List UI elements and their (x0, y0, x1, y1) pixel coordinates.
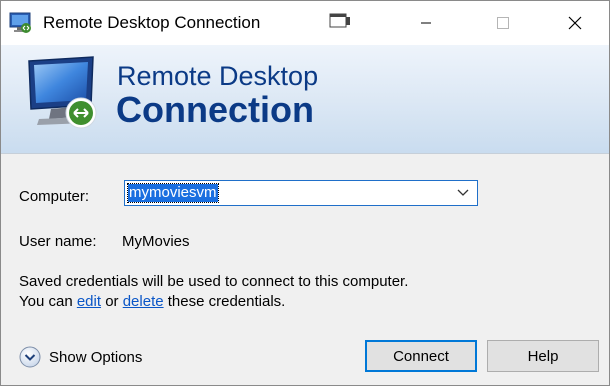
credentials-suffix: these credentials. (163, 293, 286, 310)
user-name-value: MyMovies (122, 233, 190, 250)
show-options-toggle[interactable]: Show Options (19, 346, 142, 368)
rdp-window: Remote Desktop Connection Remote Desktop… (0, 0, 610, 386)
computer-combobox[interactable]: mymoviesvm (124, 180, 478, 206)
close-button[interactable] (552, 1, 598, 45)
monitor-logo-icon (28, 56, 97, 129)
maximize-button[interactable] (480, 1, 526, 45)
window-title: Remote Desktop Connection (43, 13, 261, 32)
delete-credentials-link[interactable]: delete (123, 293, 164, 310)
banner-title-line2: Connection (116, 89, 314, 130)
credentials-message: Saved credentials will be used to connec… (19, 273, 409, 290)
minimize-icon (421, 22, 431, 24)
computer-input[interactable]: mymoviesvm (127, 183, 219, 203)
show-options-label: Show Options (49, 348, 143, 366)
maximize-icon (497, 17, 509, 29)
banner-title-line1: Remote Desktop (117, 61, 319, 91)
minimize-button[interactable] (403, 1, 449, 45)
computer-label: Computer: (19, 188, 90, 205)
expand-circle-icon[interactable] (19, 346, 41, 368)
credentials-actions-text: You can edit or delete these credentials… (19, 293, 285, 310)
title-bar[interactable]: Remote Desktop Connection (1, 1, 609, 45)
user-name-label: User name: (19, 233, 97, 250)
connection-bar-icon[interactable] (329, 13, 351, 29)
rdp-app-icon (9, 12, 31, 33)
banner: Remote Desktop Connection (1, 45, 609, 154)
credentials-prefix: You can (19, 293, 77, 310)
connect-button[interactable]: Connect (365, 340, 477, 372)
chevron-down-icon[interactable] (457, 188, 469, 197)
credentials-or: or (101, 293, 123, 310)
close-icon (568, 16, 582, 30)
edit-credentials-link[interactable]: edit (77, 293, 101, 310)
help-button[interactable]: Help (487, 340, 599, 372)
